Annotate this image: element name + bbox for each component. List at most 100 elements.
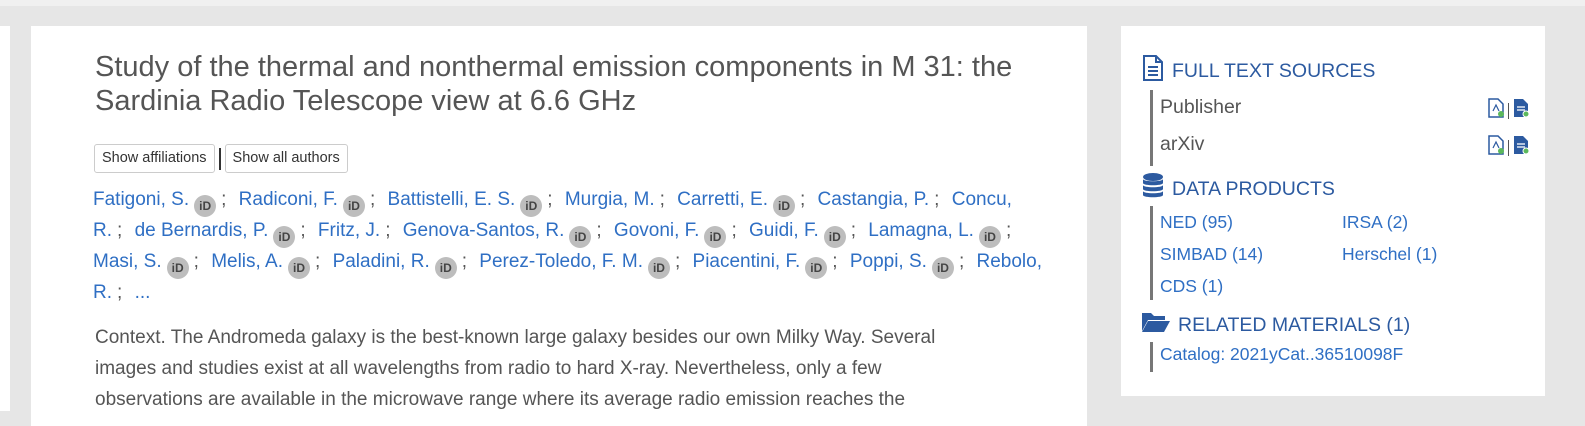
related-materials-bar	[1150, 342, 1153, 372]
author-entry: Guidi, F. iD;	[749, 220, 863, 248]
data-product-link[interactable]: NED (95)	[1160, 212, 1233, 233]
data-product-link[interactable]: Herschel (1)	[1342, 244, 1437, 265]
author-separator: ;	[547, 189, 553, 210]
author-entry: Lamagna, L. iD;	[868, 220, 1018, 248]
section-heading-label: FULL TEXT SOURCES	[1172, 59, 1376, 82]
author-separator: ;	[300, 220, 306, 241]
author-link[interactable]: Radiconi, F.	[239, 189, 338, 210]
author-link[interactable]: Murgia, M.	[565, 189, 655, 210]
orcid-icon[interactable]: iD	[569, 226, 592, 248]
author-link[interactable]: Paladini, R.	[333, 251, 430, 272]
pdf-icon[interactable]	[1487, 98, 1505, 124]
author-toggle-buttons: Show affiliations Show all authors	[94, 144, 348, 173]
author-separator: ;	[461, 251, 468, 272]
author-separator: ;	[117, 282, 123, 303]
orcid-icon[interactable]: iD	[166, 257, 189, 279]
source-row-arxiv[interactable]: arXiv	[1160, 133, 1530, 156]
author-entry: Radiconi, F. iD;	[239, 189, 383, 217]
author-link[interactable]: Carretti, E.	[677, 189, 768, 210]
show-affiliations-button[interactable]: Show affiliations	[94, 144, 215, 173]
author-entry: Paladini, R. iD;	[333, 251, 474, 279]
author-entry: Poppi, S. iD;	[850, 251, 971, 279]
author-separator: ;	[1005, 220, 1012, 241]
author-entry: Perez-Toledo, F. M. iD;	[479, 251, 687, 279]
author-separator: ;	[850, 220, 857, 241]
author-separator: ;	[315, 251, 321, 272]
author-link[interactable]: Melis, A.	[211, 251, 283, 272]
orcid-icon[interactable]: iD	[805, 257, 828, 279]
source-row-publisher[interactable]: Publisher	[1160, 96, 1530, 119]
author-link[interactable]: Perez-Toledo, F. M.	[479, 251, 643, 272]
section-heading-label: DATA PRODUCTS	[1172, 177, 1335, 200]
related-material-link[interactable]: Catalog: 2021yCat..36510098F	[1160, 344, 1403, 365]
button-divider	[218, 147, 221, 170]
source-label[interactable]: arXiv	[1160, 133, 1204, 155]
author-entry: Fritz, J.;	[318, 220, 398, 241]
data-product-link[interactable]: CDS (1)	[1160, 276, 1223, 297]
author-link[interactable]: Battistelli, E. S.	[388, 189, 516, 210]
author-separator: ;	[117, 220, 123, 241]
author-separator: ;	[731, 220, 737, 241]
author-entry: Fatigoni, S. iD;	[93, 189, 233, 217]
author-entry: de Bernardis, P. iD;	[135, 220, 313, 248]
author-link[interactable]: Lamagna, L.	[868, 220, 974, 241]
html-document-icon[interactable]	[1512, 135, 1530, 161]
source-icons	[1487, 98, 1530, 124]
author-link[interactable]: Fatigoni, S.	[93, 189, 189, 210]
section-heading-label: RELATED MATERIALS (1)	[1178, 313, 1411, 336]
author-separator: ;	[596, 220, 602, 241]
author-separator: ;	[385, 220, 391, 241]
html-document-icon[interactable]	[1512, 98, 1530, 124]
author-separator: ;	[799, 189, 806, 210]
author-link[interactable]: Genova-Santos, R.	[403, 220, 565, 241]
source-label[interactable]: Publisher	[1160, 96, 1241, 118]
orcid-icon[interactable]: iD	[647, 257, 670, 279]
orcid-icon[interactable]: iD	[342, 195, 365, 217]
author-entry: Murgia, M.;	[565, 189, 672, 210]
orcid-icon[interactable]: iD	[704, 226, 727, 248]
author-link[interactable]: Guidi, F.	[749, 220, 819, 241]
author-link[interactable]: Masi, S.	[93, 251, 162, 272]
abstract-line: Context. The Andromeda galaxy is the bes…	[95, 327, 936, 348]
abstract-line: images and studies exist at all waveleng…	[95, 358, 882, 379]
author-link[interactable]: de Bernardis, P.	[135, 220, 269, 241]
author-entry: Castangia, P.;	[818, 189, 947, 210]
author-separator: ;	[369, 189, 376, 210]
pdf-icon[interactable]	[1487, 135, 1505, 161]
author-link[interactable]: Govoni, F.	[614, 220, 700, 241]
orcid-icon[interactable]: iD	[273, 226, 296, 248]
author-link[interactable]: Castangia, P.	[818, 189, 930, 210]
article-title: Study of the thermal and nonthermal emis…	[95, 51, 1013, 117]
author-entry: Battistelli, E. S. iD;	[388, 189, 560, 217]
author-entry: Carretti, E. iD;	[677, 189, 812, 217]
icon-divider	[1508, 140, 1509, 156]
data-product-link[interactable]: SIMBAD (14)	[1160, 244, 1263, 265]
full-text-sources-heading: FULL TEXT SOURCES	[1141, 54, 1375, 88]
full-text-bar	[1150, 90, 1153, 166]
orcid-icon[interactable]: iD	[931, 257, 954, 279]
orcid-icon[interactable]: iD	[194, 195, 217, 217]
article-card: Study of the thermal and nonthermal emis…	[31, 26, 1087, 426]
left-panel-edge	[0, 26, 10, 411]
source-icons	[1487, 135, 1530, 161]
orcid-icon[interactable]: iD	[772, 195, 795, 217]
orcid-icon[interactable]: iD	[520, 195, 543, 217]
data-products-heading: DATA PRODUCTS	[1141, 172, 1335, 206]
author-link[interactable]: Piacentini, F.	[693, 251, 801, 272]
author-link[interactable]: Poppi, S.	[850, 251, 927, 272]
author-link[interactable]: Fritz, J.	[318, 220, 380, 241]
author-entry: Masi, S. iD;	[93, 251, 206, 279]
orcid-icon[interactable]: iD	[823, 226, 846, 248]
icon-divider	[1508, 103, 1509, 119]
author-list: Fatigoni, S. iD; Radiconi, F. iD; Battiste…	[93, 186, 1053, 307]
orcid-icon[interactable]: iD	[434, 257, 457, 279]
orcid-icon[interactable]: iD	[288, 257, 310, 279]
author-entry: Genova-Santos, R. iD;	[403, 220, 609, 248]
data-product-link[interactable]: IRSA (2)	[1342, 212, 1408, 233]
show-all-authors-button[interactable]: Show all authors	[224, 144, 348, 173]
more-authors-link[interactable]: ...	[135, 282, 151, 303]
folder-open-icon	[1141, 310, 1171, 340]
author-entry: Melis, A. iD;	[211, 251, 327, 279]
orcid-icon[interactable]: iD	[978, 226, 1001, 248]
database-icon	[1141, 172, 1165, 206]
